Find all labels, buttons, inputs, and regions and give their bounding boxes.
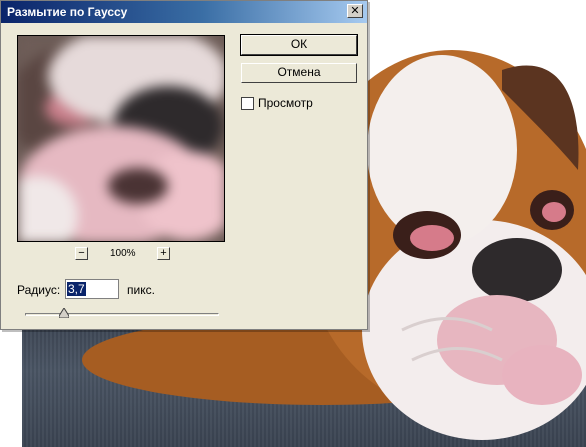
dialog-title: Размытие по Гауссу <box>7 5 128 19</box>
close-button[interactable]: ✕ <box>347 4 363 18</box>
radius-input[interactable]: 3,7 <box>65 279 119 299</box>
cancel-button[interactable]: Отмена <box>241 63 357 83</box>
ok-button[interactable]: ОК <box>240 34 358 56</box>
radius-units: пикс. <box>127 283 155 297</box>
gaussian-blur-dialog: Размытие по Гауссу ✕ − 100% + ОК Отмена <box>0 0 368 330</box>
radius-value: 3,7 <box>67 282 86 296</box>
radius-label: Радиус: <box>17 283 61 297</box>
title-bar[interactable]: Размытие по Гауссу ✕ <box>1 1 367 23</box>
close-icon: ✕ <box>350 5 360 17</box>
radius-slider-thumb[interactable] <box>58 308 69 318</box>
minus-icon: − <box>78 247 85 259</box>
preview-checkbox-label: Просмотр <box>258 96 313 110</box>
zoom-out-button[interactable]: − <box>75 247 88 260</box>
zoom-in-button[interactable]: + <box>157 247 170 260</box>
preview-checkbox[interactable] <box>241 97 254 110</box>
plus-icon: + <box>160 247 167 259</box>
zoom-level: 100% <box>110 248 136 259</box>
radius-slider-track[interactable] <box>25 313 219 316</box>
preview-pane[interactable] <box>17 35 225 242</box>
zoom-controls: − 100% + <box>75 247 175 263</box>
preview-image <box>18 36 224 241</box>
